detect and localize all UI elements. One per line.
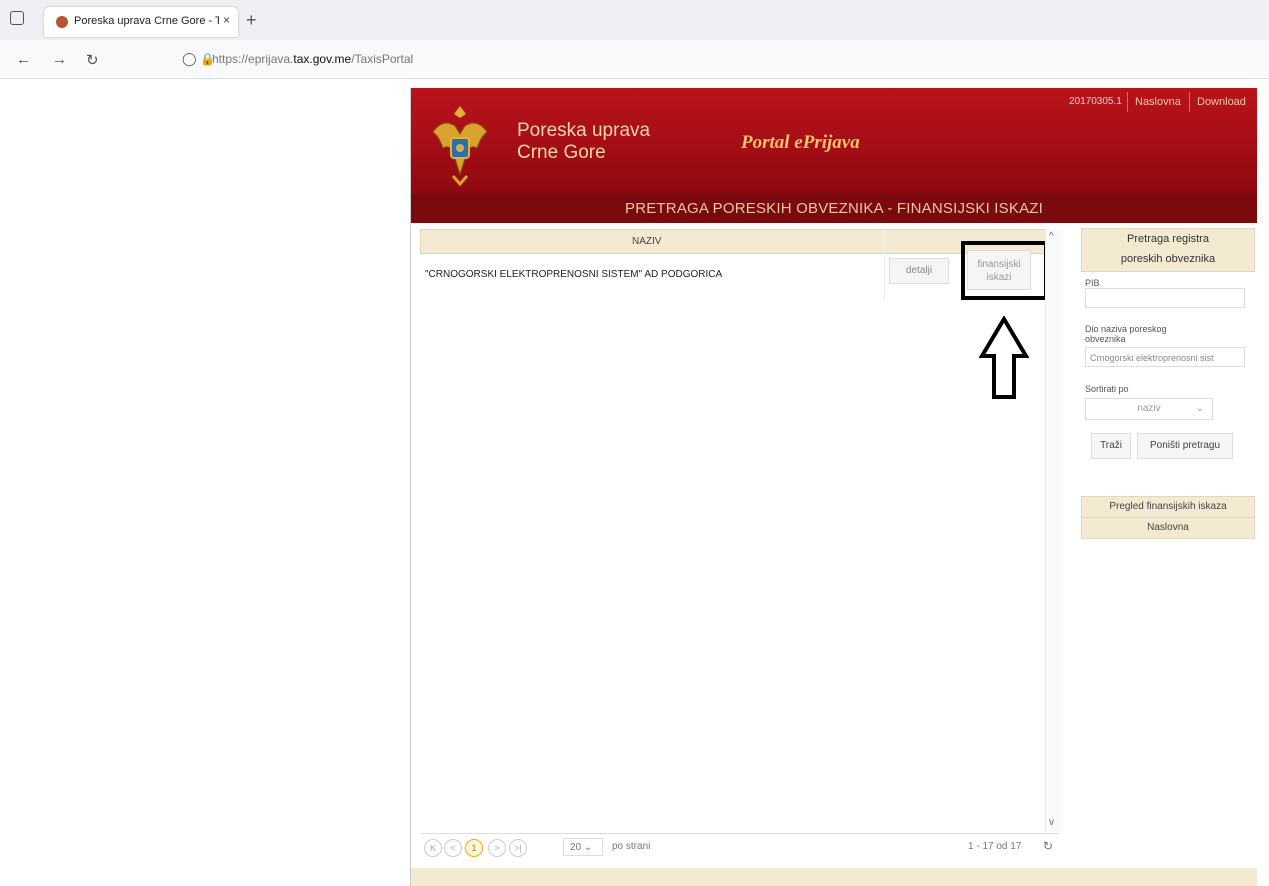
pager-last-button[interactable]: >| bbox=[509, 839, 527, 857]
results-grid bbox=[420, 253, 1060, 833]
address-bar[interactable]: https://eprijava.tax.gov.me/TaxisPortal bbox=[212, 52, 413, 66]
sort-value: naziv bbox=[1137, 403, 1161, 414]
highlight-box bbox=[961, 241, 1048, 300]
pager-first-button[interactable]: K bbox=[424, 839, 442, 857]
shield-icon: ◯ bbox=[182, 51, 197, 66]
url-domain: tax.gov.me bbox=[293, 52, 352, 66]
chevron-down-icon: ⌄ bbox=[583, 842, 593, 853]
name-label-line1: Dio naziva poreskog bbox=[1085, 324, 1167, 334]
url-path: /TaxisPortal bbox=[351, 52, 414, 66]
search-panel-title-line2: poreskih obveznika bbox=[1120, 253, 1216, 265]
tab-title: Poreska uprava Crne Gore - Tax bbox=[74, 15, 219, 27]
name-input[interactable]: Crnogorski elektroprenosni sist bbox=[1085, 347, 1245, 367]
tab-close-button[interactable]: × bbox=[223, 13, 230, 27]
new-tab-button[interactable]: + bbox=[246, 10, 257, 31]
top-link-download[interactable]: Download bbox=[1189, 92, 1253, 112]
row-naziv: "CRNOGORSKI ELEKTROPRENOSNI SISTEM" AD P… bbox=[425, 269, 723, 280]
per-page-label: po strani bbox=[612, 841, 651, 852]
footer-bar bbox=[411, 868, 1257, 886]
favicon-icon bbox=[56, 16, 68, 28]
pib-label: PIB bbox=[1085, 278, 1100, 288]
menu-financial-statements[interactable]: Pregled finansijskih iskaza bbox=[1081, 496, 1255, 518]
scroll-down-icon[interactable]: v bbox=[1049, 817, 1054, 828]
back-icon[interactable]: ← bbox=[16, 51, 31, 68]
browser-tab[interactable]: Poreska uprava Crne Gore - Tax × bbox=[44, 7, 238, 37]
version-label: 20170305.1 bbox=[1069, 96, 1122, 107]
page-size-value: 20 bbox=[570, 842, 582, 853]
menu-home[interactable]: Naslovna bbox=[1081, 517, 1255, 539]
grid-scrollbar[interactable]: ^ v bbox=[1045, 229, 1062, 832]
up-arrow-annotation-icon bbox=[979, 316, 1029, 399]
tab-list-icon[interactable] bbox=[10, 11, 24, 25]
refresh-icon[interactable]: ↻ bbox=[1043, 839, 1053, 853]
portal-page: Poreska uprava Crne Gore Portal ePrijava… bbox=[410, 88, 1257, 886]
sort-select[interactable]: naziv ⌄ bbox=[1085, 398, 1213, 420]
pager: K < 1 > >| 20 ⌄ po strani 1 - 17 od 17 ↻ bbox=[420, 833, 1060, 862]
page-title: PRETRAGA PORESKIH OBVEZNIKA - FINANSIJSK… bbox=[624, 200, 1044, 217]
search-panel-title: Pretraga registra poreskih obveznika bbox=[1081, 228, 1255, 272]
pager-current-page[interactable]: 1 bbox=[465, 839, 483, 857]
reload-icon[interactable]: ↻ bbox=[86, 51, 99, 69]
pager-range: 1 - 17 od 17 bbox=[968, 841, 1022, 852]
pager-prev-button[interactable]: < bbox=[444, 839, 462, 857]
details-button[interactable]: detalji bbox=[889, 258, 949, 284]
column-naziv[interactable]: NAZIV bbox=[632, 236, 661, 247]
column-divider bbox=[884, 229, 885, 299]
reset-search-button[interactable]: Poništi pretragu bbox=[1137, 433, 1233, 459]
pager-next-button[interactable]: > bbox=[488, 839, 506, 857]
org-name-line2: Crne Gore bbox=[517, 142, 606, 163]
scroll-up-icon[interactable]: ^ bbox=[1049, 231, 1054, 242]
coat-of-arms-icon bbox=[432, 106, 488, 187]
chevron-down-icon: ⌄ bbox=[1195, 403, 1204, 414]
top-link-home[interactable]: Naslovna bbox=[1127, 92, 1188, 112]
url-prefix: https://eprijava. bbox=[212, 52, 294, 66]
search-panel-title-line1: Pretraga registra bbox=[1127, 233, 1209, 245]
page-size-select[interactable]: 20 ⌄ bbox=[563, 838, 603, 856]
name-label-line2: obveznika bbox=[1085, 334, 1126, 344]
sort-label: Sortirati po bbox=[1085, 384, 1129, 394]
org-name-line1: Poreska uprava bbox=[517, 120, 651, 141]
pib-input[interactable] bbox=[1085, 288, 1245, 308]
forward-icon[interactable]: → bbox=[52, 51, 67, 68]
portal-name: Portal ePrijava bbox=[741, 132, 860, 153]
search-button[interactable]: Traži bbox=[1091, 433, 1131, 459]
